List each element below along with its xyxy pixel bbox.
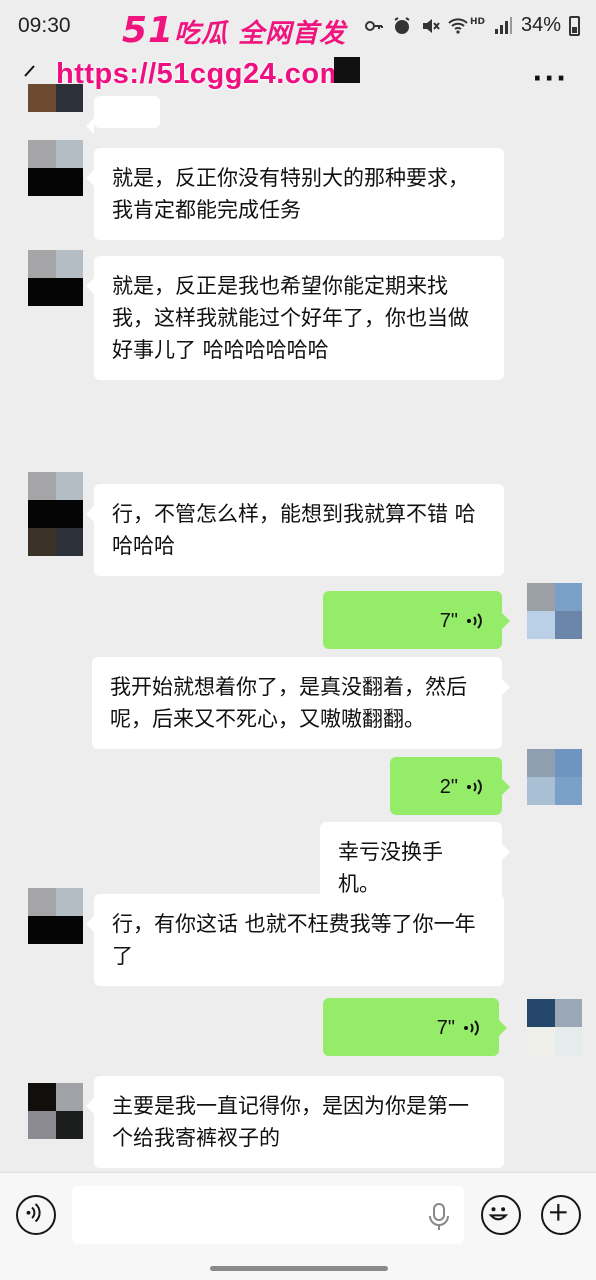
- voice-message-content: 2": [408, 771, 484, 803]
- voice-wave-icon: [464, 1020, 479, 1036]
- avatar: [28, 472, 83, 556]
- alarm-icon: [394, 16, 410, 34]
- home-indicator[interactable]: [210, 1266, 388, 1271]
- message-text: 就是，反正你没有特别大的那种要求，我肯定都能完成任务: [112, 166, 469, 222]
- status-time: 09:30: [18, 14, 71, 37]
- hd-label: HD: [469, 16, 485, 27]
- watermark-text: 吃瓜 全网首发: [174, 19, 347, 49]
- message-text: 行，不管怎么样，能想到我就算不错 哈哈哈哈: [112, 502, 476, 558]
- signal-icon: [494, 16, 512, 34]
- message-text: 我开始就想着你了，是真没翻着，然后呢，后来又不死心，又嗷嗷翻翻。: [110, 675, 467, 731]
- message-text: 就是，反正是我也希望你能定期来找我，这样我就能过个好年了，你也当做好事儿了 哈哈…: [112, 274, 469, 362]
- microphone-icon[interactable]: [428, 1202, 450, 1232]
- message-text: 幸亏没换手机。: [338, 840, 443, 896]
- voice-message[interactable]: 7": [323, 591, 510, 649]
- battery-icon: [569, 15, 580, 36]
- voice-wave-icon: [26, 1203, 41, 1223]
- message-bubble: 主要是我一直记得你，是因为你是第一个给我寄裤衩子的: [86, 1076, 504, 1168]
- plus-icon: [550, 1204, 567, 1221]
- watermark-url: https://51cgg24.com: [56, 58, 346, 90]
- emoji-button[interactable]: [481, 1195, 521, 1235]
- watermark-number: 51: [122, 10, 175, 51]
- key-icon: [364, 20, 383, 31]
- voice-wave-icon: [467, 779, 482, 795]
- avatar: [527, 583, 582, 639]
- message-bubble: 就是，反正是我也希望你能定期来找我，这样我就能过个好年了，你也当做好事儿了 哈哈…: [86, 256, 504, 380]
- message-text: 主要是我一直记得你，是因为你是第一个给我寄裤衩子的: [112, 1094, 469, 1150]
- battery-percent: 34%: [520, 14, 561, 36]
- avatar: [527, 999, 582, 1055]
- more-functions-button[interactable]: [541, 1195, 581, 1235]
- voice-input-button[interactable]: [16, 1195, 56, 1235]
- avatar: [28, 1083, 83, 1139]
- back-icon[interactable]: [22, 64, 36, 78]
- message-bubble: 就是，反正你没有特别大的那种要求，我肯定都能完成任务: [86, 148, 504, 240]
- avatar: [28, 84, 83, 112]
- message-bubble-partial: [86, 96, 160, 134]
- voice-duration: 7": [436, 1017, 455, 1039]
- message-bubble: 行，有你这话 也就不枉费我等了你一年了: [86, 894, 504, 986]
- message-bubble: 行，不管怎么样，能想到我就算不错 哈哈哈哈: [86, 484, 504, 576]
- voice-duration: 7": [439, 610, 458, 632]
- voice-message[interactable]: 2": [390, 757, 510, 815]
- voice-message-content: 7": [341, 1012, 481, 1044]
- contact-name-redacted: [334, 57, 360, 83]
- mute-icon: [422, 18, 440, 33]
- message-input[interactable]: [72, 1186, 464, 1244]
- avatar: [527, 749, 582, 805]
- message-text: 行，有你这话 也就不枉费我等了你一年了: [112, 912, 476, 968]
- message-bubble: 我开始就想着你了，是真没翻着，然后呢，后来又不死心，又嗷嗷翻翻。: [92, 657, 510, 749]
- wifi-icon: [448, 17, 468, 34]
- watermark-title: 51吃瓜 全网首发: [122, 10, 346, 51]
- avatar: [28, 250, 83, 306]
- voice-message[interactable]: 7": [323, 998, 507, 1056]
- voice-duration: 2": [439, 776, 458, 798]
- voice-wave-icon: [467, 613, 482, 629]
- voice-message-content: 7": [341, 605, 484, 637]
- status-icons: HD 34%: [364, 14, 580, 37]
- avatar: [28, 140, 83, 196]
- avatar: [28, 888, 83, 944]
- smiley-icon: [488, 1207, 509, 1221]
- more-options-button[interactable]: ···: [532, 64, 568, 94]
